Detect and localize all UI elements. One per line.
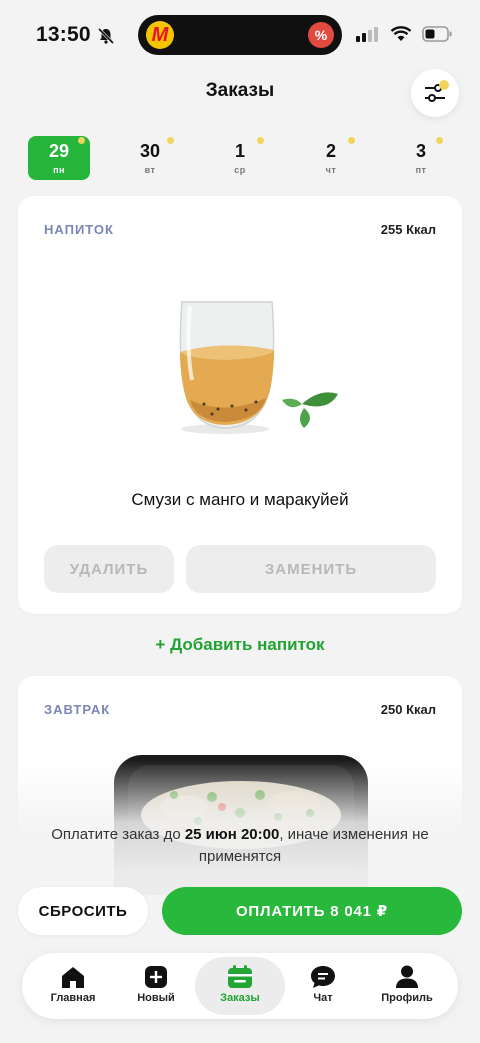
calendar-icon: [228, 965, 252, 988]
tab-label: Главная: [50, 992, 96, 1004]
cellular-signal-icon: [356, 27, 378, 42]
battery-icon: [422, 26, 452, 42]
bell-off-icon: [97, 27, 115, 45]
category-label: ЗАВТРАК: [44, 702, 111, 717]
clock: 13:50: [36, 23, 91, 46]
day-tab-30[interactable]: 30 вт: [119, 136, 181, 180]
add-drink-button[interactable]: + Добавить напиток: [0, 635, 480, 655]
delete-button[interactable]: УДАЛИТЬ: [44, 545, 174, 593]
chat-icon: [311, 966, 335, 988]
market-app-icon: M: [146, 21, 174, 49]
day-weekday: пт: [415, 165, 427, 175]
day-indicator-dot: [78, 137, 85, 144]
tab-new[interactable]: Новый: [111, 957, 201, 1015]
day-number: 3: [415, 141, 426, 161]
filter-button[interactable]: [411, 69, 459, 117]
drink-card: НАПИТОК 255 Ккал Смузи с манго и маракуй…: [18, 196, 462, 614]
dish-name: Смузи с манго и маракуйей: [131, 490, 349, 509]
day-selector: 29 пн 30 вт 1 ср 2 чт 3 пт: [28, 136, 460, 180]
day-number: 1: [234, 141, 245, 161]
discount-icon: %: [308, 22, 334, 48]
day-indicator-dot: [436, 137, 443, 144]
pay-button[interactable]: ОПЛАТИТЬ 8 041 ₽: [162, 887, 462, 935]
day-indicator-dot: [348, 137, 355, 144]
filter-indicator-dot: [439, 80, 449, 90]
smoothie-image: [179, 301, 338, 434]
dynamic-island: M %: [138, 15, 342, 55]
replace-button[interactable]: ЗАМЕНИТЬ: [186, 545, 436, 593]
plus-icon: [145, 966, 167, 988]
tab-label: Новый: [137, 992, 175, 1004]
profile-icon: [396, 965, 418, 988]
home-icon: [62, 967, 84, 988]
tab-label: Заказы: [220, 992, 260, 1004]
system-icons: [356, 26, 452, 42]
tab-profile[interactable]: Профиль: [362, 957, 452, 1015]
day-weekday: вт: [144, 165, 156, 175]
day-tab-3[interactable]: 3 пт: [390, 136, 452, 180]
page-title: Заказы: [205, 80, 275, 101]
day-indicator-dot: [167, 137, 174, 144]
reset-button[interactable]: СБРОСИТЬ: [18, 887, 148, 935]
category-label: НАПИТОК: [44, 222, 114, 237]
tab-orders[interactable]: Заказы: [195, 957, 285, 1015]
tab-bar: Главная Новый Заказы Чат Профиль: [22, 953, 458, 1019]
day-tab-2[interactable]: 2 чт: [300, 136, 362, 180]
day-tab-29[interactable]: 29 пн: [28, 136, 90, 180]
tab-label: Чат: [313, 992, 333, 1004]
calories-label: 255 Ккал: [380, 222, 436, 237]
payment-notice: Оплатите заказ до 25 июн 20:00, иначе из…: [30, 824, 450, 868]
wifi-icon: [390, 26, 412, 41]
day-weekday: ср: [234, 165, 246, 175]
day-number: 29: [48, 141, 70, 161]
notice-text-before: Оплатите заказ до: [51, 826, 185, 843]
tab-home[interactable]: Главная: [28, 957, 118, 1015]
tab-label: Профиль: [381, 992, 433, 1004]
day-weekday: пн: [53, 165, 65, 175]
day-number: 2: [325, 141, 336, 161]
notice-deadline: 25 июн 20:00: [184, 826, 280, 843]
day-weekday: чт: [325, 165, 337, 175]
tab-chat[interactable]: Чат: [278, 957, 368, 1015]
day-tab-1[interactable]: 1 ср: [209, 136, 271, 180]
day-indicator-dot: [257, 137, 264, 144]
calories-label: 250 Ккал: [380, 702, 436, 717]
day-number: 30: [139, 141, 161, 161]
status-bar: 13:50 M %: [0, 0, 480, 70]
